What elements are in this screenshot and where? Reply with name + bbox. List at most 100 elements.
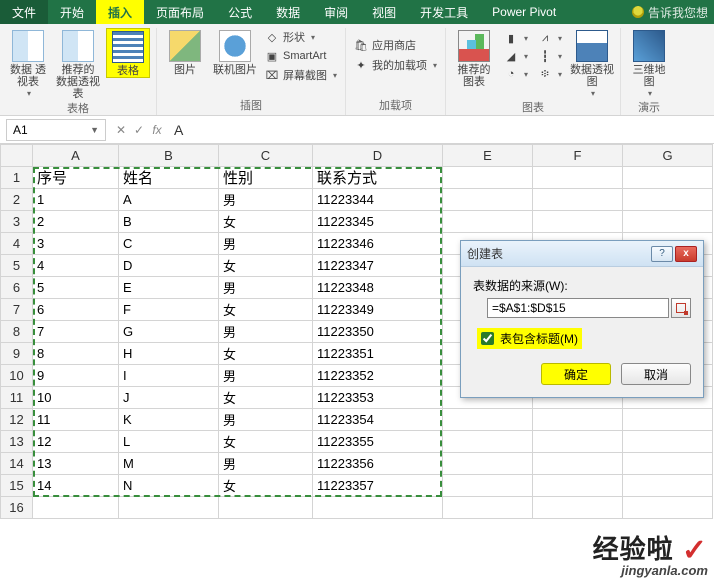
col-header-b[interactable]: B xyxy=(119,145,219,167)
chart-type-1[interactable]: ▮▾⩘▾ xyxy=(502,30,564,46)
tab-review[interactable]: 审阅 xyxy=(312,0,360,24)
cell[interactable] xyxy=(623,211,713,233)
cell[interactable]: 11223346 xyxy=(313,233,443,255)
select-all-corner[interactable] xyxy=(1,145,33,167)
cell[interactable]: 13 xyxy=(33,453,119,475)
cell[interactable] xyxy=(623,189,713,211)
dialog-close-button[interactable]: x xyxy=(675,246,697,262)
row-header[interactable]: 16 xyxy=(1,497,33,519)
col-header-d[interactable]: D xyxy=(313,145,443,167)
tab-formulas[interactable]: 公式 xyxy=(216,0,264,24)
3d-map-button[interactable]: 三维地 图▾ xyxy=(627,28,671,99)
cell[interactable]: 男 xyxy=(219,321,313,343)
cell[interactable]: 姓名 xyxy=(119,167,219,189)
tab-data[interactable]: 数据 xyxy=(264,0,312,24)
online-picture-button[interactable]: 联机图片 xyxy=(213,28,257,76)
cell[interactable]: 男 xyxy=(219,277,313,299)
row-header[interactable]: 10 xyxy=(1,365,33,387)
cell[interactable]: 女 xyxy=(219,343,313,365)
cell[interactable]: 8 xyxy=(33,343,119,365)
name-box[interactable]: A1▼ xyxy=(6,119,106,141)
row-header[interactable]: 15 xyxy=(1,475,33,497)
cell[interactable]: M xyxy=(119,453,219,475)
smartart-button[interactable]: ▣SmartArt xyxy=(263,48,339,64)
cancel-button[interactable]: 取消 xyxy=(621,363,691,385)
cell[interactable]: 11223347 xyxy=(313,255,443,277)
cell[interactable]: 女 xyxy=(219,387,313,409)
cell[interactable]: 女 xyxy=(219,475,313,497)
cell[interactable] xyxy=(443,167,533,189)
tab-file[interactable]: 文件 xyxy=(0,0,48,24)
cell[interactable]: L xyxy=(119,431,219,453)
cell[interactable]: 男 xyxy=(219,453,313,475)
ok-button[interactable]: 确定 xyxy=(541,363,611,385)
cell[interactable]: 11223356 xyxy=(313,453,443,475)
row-header[interactable]: 9 xyxy=(1,343,33,365)
cell[interactable] xyxy=(533,453,623,475)
cell[interactable]: 1 xyxy=(33,189,119,211)
enter-formula-button[interactable]: ✓ xyxy=(130,123,148,137)
cell[interactable]: A xyxy=(119,189,219,211)
cell[interactable]: 4 xyxy=(33,255,119,277)
cell[interactable]: 11223348 xyxy=(313,277,443,299)
col-header-a[interactable]: A xyxy=(33,145,119,167)
cell[interactable]: 11223357 xyxy=(313,475,443,497)
cell[interactable]: 女 xyxy=(219,431,313,453)
cell[interactable] xyxy=(623,475,713,497)
cell[interactable] xyxy=(533,409,623,431)
tab-layout[interactable]: 页面布局 xyxy=(144,0,216,24)
has-headers-checkbox-row[interactable]: 表包含标题(M) xyxy=(477,328,582,349)
cell[interactable]: 男 xyxy=(219,409,313,431)
tell-me[interactable]: 告诉我您想 xyxy=(626,0,714,24)
cell[interactable]: 女 xyxy=(219,255,313,277)
row-header[interactable]: 6 xyxy=(1,277,33,299)
dialog-help-button[interactable]: ? xyxy=(651,246,673,262)
cell[interactable]: 2 xyxy=(33,211,119,233)
cell[interactable]: 女 xyxy=(219,211,313,233)
cell[interactable] xyxy=(119,497,219,519)
row-header[interactable]: 8 xyxy=(1,321,33,343)
cell[interactable] xyxy=(533,497,623,519)
cell[interactable]: 男 xyxy=(219,365,313,387)
cell[interactable]: I xyxy=(119,365,219,387)
cell[interactable]: 性别 xyxy=(219,167,313,189)
cell[interactable]: 3 xyxy=(33,233,119,255)
cell[interactable] xyxy=(219,497,313,519)
cancel-formula-button[interactable]: ✕ xyxy=(112,123,130,137)
picture-button[interactable]: 图片 xyxy=(163,28,207,76)
cell[interactable] xyxy=(443,475,533,497)
cell[interactable]: 11223354 xyxy=(313,409,443,431)
cell[interactable]: 11223345 xyxy=(313,211,443,233)
source-range-input[interactable] xyxy=(487,298,669,318)
cell[interactable]: 5 xyxy=(33,277,119,299)
cell[interactable] xyxy=(533,431,623,453)
cell[interactable]: 11223349 xyxy=(313,299,443,321)
cell[interactable]: H xyxy=(119,343,219,365)
cell[interactable]: K xyxy=(119,409,219,431)
cell[interactable] xyxy=(443,453,533,475)
cell[interactable]: J xyxy=(119,387,219,409)
col-header-g[interactable]: G xyxy=(623,145,713,167)
cell[interactable] xyxy=(533,475,623,497)
cell[interactable]: 11223350 xyxy=(313,321,443,343)
chevron-down-icon[interactable]: ▼ xyxy=(90,125,99,135)
shapes-button[interactable]: ◇形状▾ xyxy=(263,28,339,46)
cell[interactable] xyxy=(623,409,713,431)
cell[interactable]: F xyxy=(119,299,219,321)
my-addins-button[interactable]: ✦我的加载项▾ xyxy=(352,56,439,74)
row-header[interactable]: 2 xyxy=(1,189,33,211)
cell[interactable]: D xyxy=(119,255,219,277)
dialog-title-bar[interactable]: 创建表 ? x xyxy=(461,241,703,267)
cell[interactable]: N xyxy=(119,475,219,497)
cell[interactable] xyxy=(533,189,623,211)
row-header[interactable]: 1 xyxy=(1,167,33,189)
tab-powerpivot[interactable]: Power Pivot xyxy=(480,0,568,24)
cell[interactable]: 7 xyxy=(33,321,119,343)
store-button[interactable]: 🛍应用商店 xyxy=(352,36,439,54)
cell[interactable] xyxy=(623,431,713,453)
chart-type-2[interactable]: ◢▾┇▾ xyxy=(502,48,564,64)
cell[interactable]: E xyxy=(119,277,219,299)
formula-input[interactable]: A xyxy=(166,122,714,138)
cell[interactable] xyxy=(533,167,623,189)
cell[interactable]: G xyxy=(119,321,219,343)
